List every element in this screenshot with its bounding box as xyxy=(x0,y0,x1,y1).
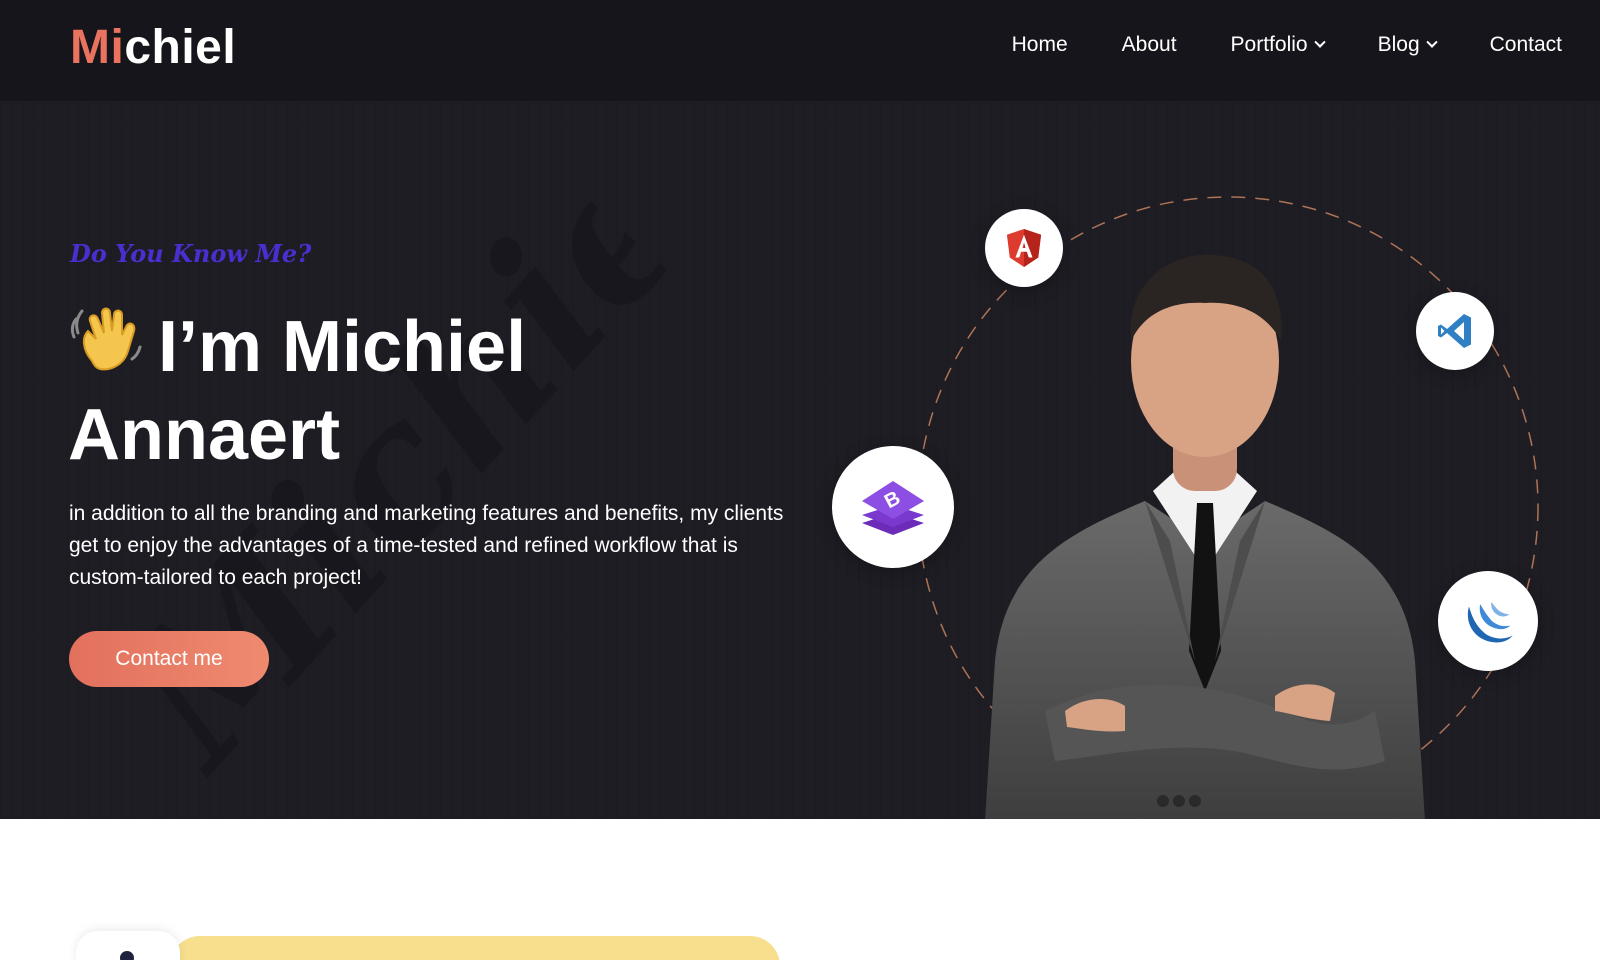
contact-me-button[interactable]: Contact me xyxy=(69,631,269,687)
waving-hand-icon xyxy=(68,301,144,377)
hero-eyebrow: Do You Know Me? xyxy=(70,239,312,268)
bootstrap-icon: B xyxy=(832,446,954,568)
nav-item-label: Home xyxy=(1011,33,1068,56)
main-nav: Home About Portfolio Blog Contact xyxy=(1012,30,1562,60)
profile-photo xyxy=(985,254,1425,819)
hero-description: in addition to all the branding and mark… xyxy=(69,502,784,589)
nav-item-label: About xyxy=(1121,33,1177,56)
nav-item-label: Portfolio xyxy=(1230,33,1308,56)
jquery-icon xyxy=(1438,571,1538,671)
top-navbar: Michiel Home About Portfolio Blog Contac… xyxy=(0,0,1600,101)
nav-item-about[interactable]: About xyxy=(1122,30,1177,60)
nav-item-contact[interactable]: Contact xyxy=(1490,30,1562,60)
angular-icon xyxy=(985,209,1063,287)
logo-rest-text: chiel xyxy=(124,21,237,74)
hero-title: I’m Michiel Annaert xyxy=(68,301,768,479)
chevron-down-icon xyxy=(1425,36,1438,48)
section-tab-bar xyxy=(170,936,780,960)
hero-title-line2: Annaert xyxy=(68,395,341,475)
nav-item-home[interactable]: Home xyxy=(1012,30,1068,60)
contact-me-button-label: Contact me xyxy=(115,647,223,670)
nav-item-label: Blog xyxy=(1377,33,1420,56)
chip-dot-icon xyxy=(120,951,134,960)
hero-title-line1: I’m Michiel xyxy=(158,307,527,387)
nav-item-blog[interactable]: Blog xyxy=(1377,30,1438,60)
vscode-icon xyxy=(1416,292,1494,370)
nav-item-label: Contact xyxy=(1489,33,1562,56)
chevron-down-icon xyxy=(1313,36,1326,48)
section-chip[interactable] xyxy=(76,931,180,960)
logo-accent-text: Mi xyxy=(70,21,125,74)
site-logo[interactable]: Michiel xyxy=(70,18,236,78)
nav-item-portfolio[interactable]: Portfolio xyxy=(1230,30,1326,60)
hero-section: Michiel Do You Know Me? I’m Michiel Anna… xyxy=(0,101,1600,819)
next-section xyxy=(0,819,1600,960)
